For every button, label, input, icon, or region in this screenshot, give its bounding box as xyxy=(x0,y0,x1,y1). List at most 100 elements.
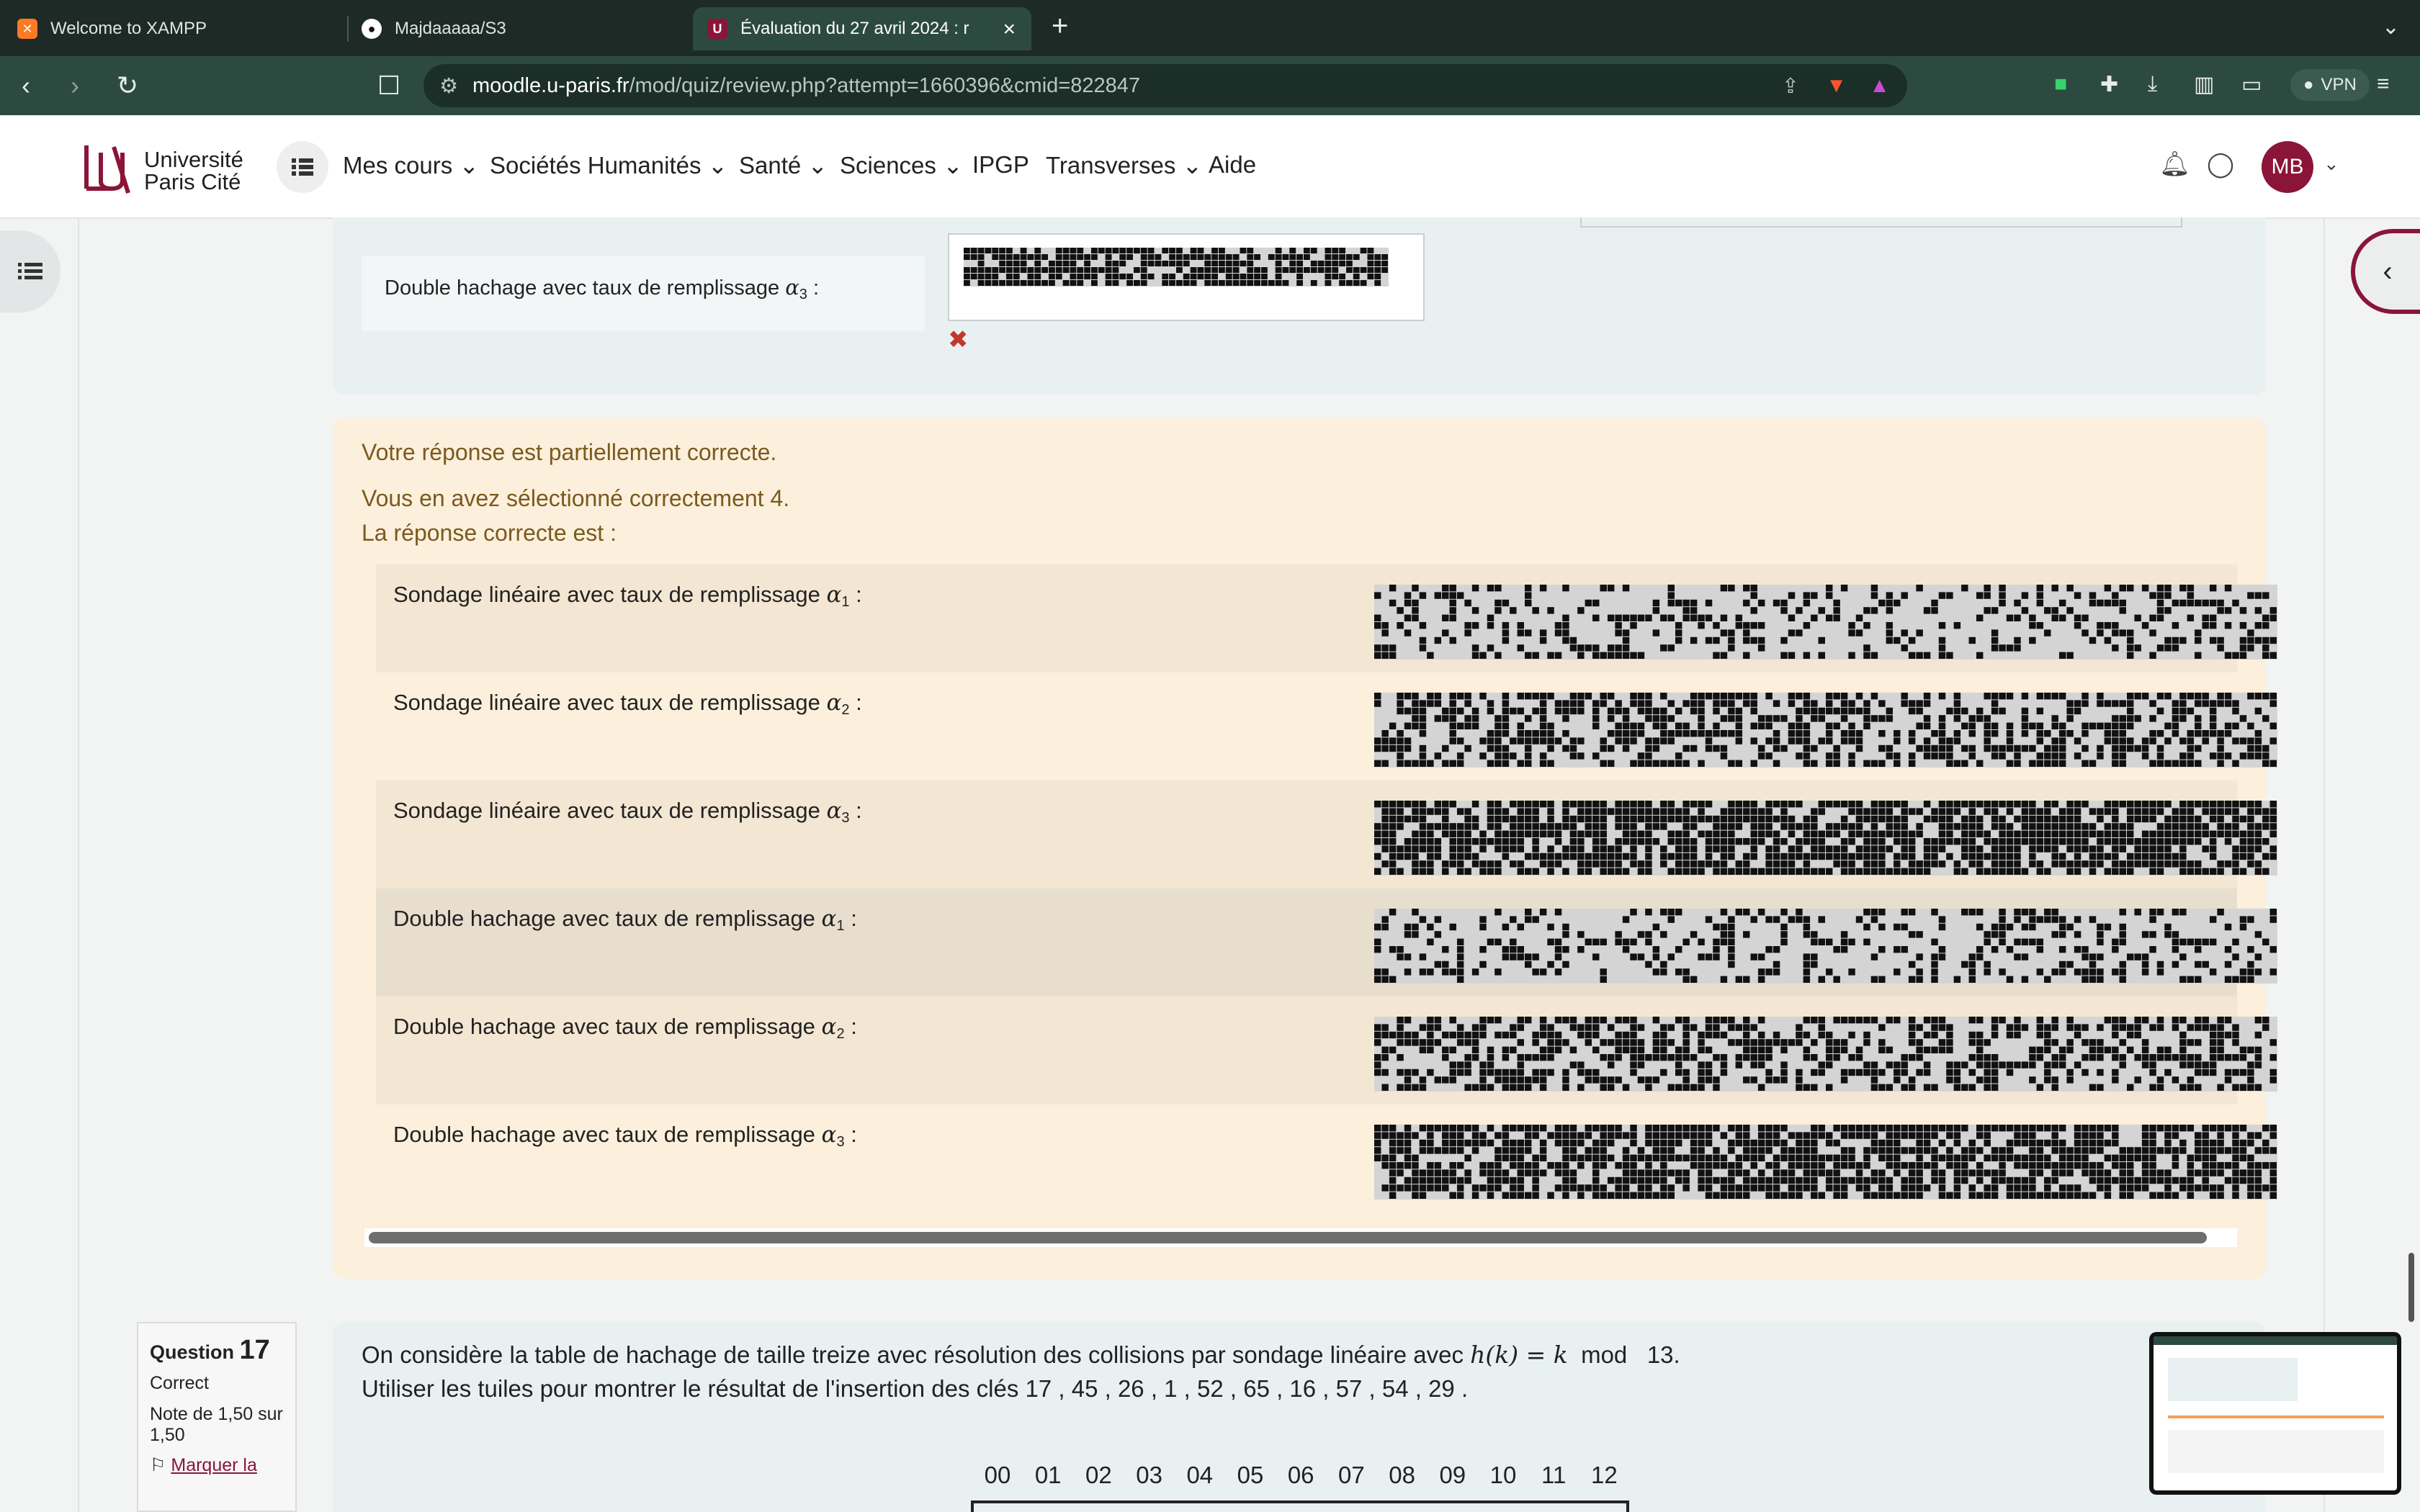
brave-rewards-icon[interactable]: ▲ xyxy=(1869,74,1890,98)
tile-cell xyxy=(2172,1162,2179,1169)
tile-cell xyxy=(1569,636,1577,644)
new-tab-icon[interactable]: + xyxy=(1052,10,1068,42)
tile-cell xyxy=(1232,280,1240,286)
tile-cell xyxy=(1788,629,1796,636)
tile-cell xyxy=(1622,1147,1630,1154)
user-avatar[interactable]: MB xyxy=(2262,141,2313,193)
tile-cell xyxy=(1389,1176,1397,1184)
chevron-down-icon[interactable]: ⌄ xyxy=(2323,153,2339,175)
tile-cell xyxy=(2269,1162,2277,1169)
picture-in-picture-preview[interactable] xyxy=(2149,1332,2401,1495)
menu-societes-humanites[interactable]: Sociétés Humanités ⌄ xyxy=(490,151,727,179)
wallet-icon[interactable]: ▭ xyxy=(2241,72,2262,97)
menu-sante[interactable]: Santé ⌄ xyxy=(739,151,828,179)
tile-cell xyxy=(1682,976,1690,983)
tile-cell xyxy=(1532,737,1539,744)
tile-cell xyxy=(1675,852,1682,860)
block-drawer-toggle[interactable]: ‹ xyxy=(2351,229,2420,314)
back-icon[interactable]: ‹ xyxy=(22,71,30,101)
flag-question-link[interactable]: ⚐ Marquer la xyxy=(150,1454,284,1476)
tile-cell xyxy=(1660,707,1667,715)
reload-icon[interactable]: ↻ xyxy=(117,71,138,101)
tile-cell xyxy=(1870,592,1878,599)
menu-transverses[interactable]: Transverses ⌄ xyxy=(1046,151,1202,179)
tile-cell xyxy=(1412,599,1419,607)
address-bar[interactable]: ⚙ moodle.u-paris.fr/mod/quiz/review.php?… xyxy=(424,64,1907,107)
horizontal-scrollbar[interactable] xyxy=(364,1228,2237,1247)
scrollbar-thumb[interactable] xyxy=(369,1232,2207,1243)
tile-cell xyxy=(2187,760,2195,767)
tile-cell xyxy=(1984,1139,1991,1147)
tile-cell xyxy=(2172,730,2179,737)
tile-cell xyxy=(1705,1125,1713,1132)
sidebar-icon[interactable]: ▥ xyxy=(2194,72,2214,97)
tile-cell xyxy=(2081,1154,2089,1161)
tile-cell xyxy=(1682,1046,1690,1053)
bookmark-icon[interactable]: ☐ xyxy=(377,71,400,101)
question-17-content: On considère la table de hachage de tail… xyxy=(333,1322,2266,1512)
notification-bell-icon[interactable]: 🔔︎ xyxy=(2159,150,2190,179)
tab-xampp[interactable]: ✕ Welcome to XAMPP xyxy=(17,7,334,50)
download-icon[interactable]: ⤓ xyxy=(2148,72,2157,96)
tile-cell xyxy=(1991,607,1999,614)
quiz-navigation-drawer-toggle[interactable] xyxy=(0,230,60,312)
tile-cell xyxy=(2202,1132,2209,1139)
vpn-button[interactable]: ● VPN xyxy=(2290,69,2370,101)
university-logo-icon[interactable] xyxy=(79,138,137,196)
menu-sciences[interactable]: Sciences ⌄ xyxy=(840,151,963,179)
tile-cell xyxy=(2112,1154,2119,1161)
share-icon[interactable]: ⇪ xyxy=(1782,73,1799,99)
tile-cell xyxy=(1946,1125,1953,1132)
tile-cell xyxy=(1698,1176,1705,1184)
university-logo-text[interactable]: Université Paris Cité xyxy=(144,148,243,193)
tile-cell xyxy=(2247,722,2254,729)
tile-cell xyxy=(2051,1147,2058,1154)
tile-cell xyxy=(1404,815,1412,823)
tile-cell xyxy=(2112,644,2119,652)
tile-cell xyxy=(2066,1192,2074,1199)
tile-cell xyxy=(1931,960,1938,968)
tile-cell xyxy=(1502,830,1510,837)
tab-search-chevron-icon[interactable]: ⌄ xyxy=(2382,14,2400,40)
menu-ipgp[interactable]: IPGP xyxy=(972,151,1029,179)
tile-cell xyxy=(1630,730,1637,737)
tile-cell xyxy=(1682,744,1690,752)
messages-icon[interactable]: ◯ xyxy=(2207,150,2234,179)
tile-cell xyxy=(1637,1076,1645,1084)
menu-aide[interactable]: Aide xyxy=(1209,151,1256,179)
brave-shield-icon[interactable]: ▼ xyxy=(1826,74,1847,98)
extensions-puzzle-icon[interactable]: ✚ xyxy=(2100,72,2118,97)
tile-cell xyxy=(2066,1147,2074,1154)
page-scrollbar-thumb[interactable] xyxy=(2408,1253,2414,1322)
tile-cell xyxy=(2119,715,2126,722)
tile-cell xyxy=(1622,1132,1630,1139)
tile-cell xyxy=(1675,707,1682,715)
site-info-icon[interactable]: ⚙ xyxy=(439,73,458,99)
tab-evaluation[interactable]: U Évaluation du 27 avril 2024 : r × xyxy=(693,7,1031,50)
forward-icon[interactable]: › xyxy=(71,71,79,101)
tile-cell xyxy=(1728,845,1735,852)
tile-cell xyxy=(1803,652,1811,659)
tile-cell xyxy=(1863,808,1870,815)
close-tab-icon[interactable]: × xyxy=(1003,17,1016,42)
tile-cell xyxy=(1419,1169,1427,1176)
tile-cell xyxy=(2209,938,2217,945)
tile-cell xyxy=(1916,1147,1923,1154)
tile-cell xyxy=(1442,830,1449,837)
extension-icon[interactable]: ■ xyxy=(2054,72,2067,96)
browser-menu-icon[interactable]: ≡ xyxy=(2377,72,2390,96)
tile-cell xyxy=(1554,909,1562,916)
app-menu-button[interactable] xyxy=(277,141,328,193)
tile-cell xyxy=(2029,1125,2036,1132)
menu-mes-cours[interactable]: Mes cours ⌄ xyxy=(343,151,479,179)
hash-table-slots[interactable] xyxy=(971,1500,1629,1512)
tile-cell xyxy=(1577,852,1585,860)
selected-answer-box[interactable] xyxy=(948,233,1425,321)
tile-cell xyxy=(1070,267,1077,273)
tile-cell xyxy=(1282,267,1289,273)
tile-cell xyxy=(2014,1061,2021,1068)
tile-cell xyxy=(1600,938,1607,945)
tile-cell xyxy=(2156,845,2164,852)
tile-cell xyxy=(1532,693,1539,700)
tab-github[interactable]: ● Majdaaaaa/S3 xyxy=(362,7,678,50)
